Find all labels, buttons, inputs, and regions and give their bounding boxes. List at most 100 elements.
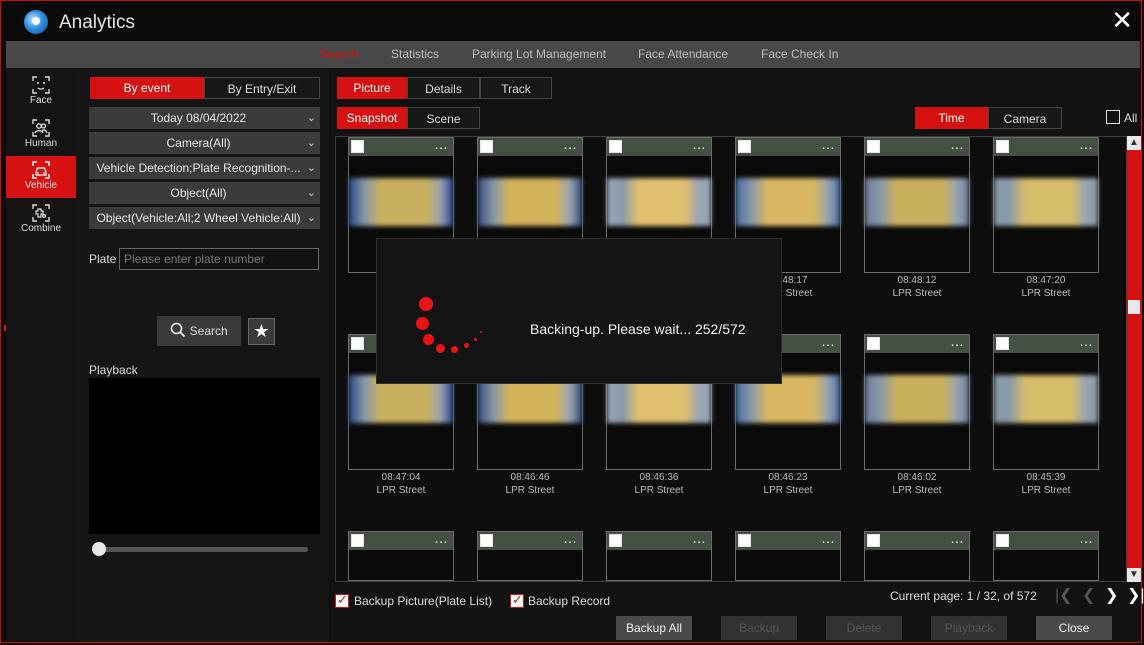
tab-scene[interactable]: Scene bbox=[407, 107, 480, 129]
scroll-down-icon[interactable]: ▼ bbox=[1127, 568, 1141, 582]
tab-by-event[interactable]: By event bbox=[90, 77, 204, 99]
tab-snapshot[interactable]: Snapshot bbox=[337, 107, 407, 129]
search-icon bbox=[171, 322, 186, 338]
more-options-icon[interactable]: … bbox=[950, 333, 964, 349]
plate-thumbnail bbox=[865, 375, 969, 423]
card-header: … bbox=[736, 530, 840, 550]
more-options-icon[interactable]: … bbox=[563, 530, 577, 546]
camera-dropdown[interactable]: Camera(All) ⌄ bbox=[89, 132, 320, 154]
object-detail-dropdown[interactable]: Object(Vehicle:All;2 Wheel Vehicle:All) ⌄ bbox=[89, 207, 320, 229]
tab-picture[interactable]: Picture bbox=[337, 77, 407, 99]
prev-page-icon[interactable]: ❮ bbox=[1082, 585, 1095, 605]
card-checkbox[interactable] bbox=[351, 140, 364, 153]
close-button[interactable]: Close bbox=[1036, 616, 1112, 640]
tab-search[interactable]: Search bbox=[320, 47, 358, 61]
first-page-icon[interactable]: |❮ bbox=[1055, 585, 1073, 605]
result-card[interactable]: … bbox=[606, 530, 712, 581]
last-page-icon[interactable]: ❯| bbox=[1127, 585, 1144, 605]
result-card[interactable]: … bbox=[864, 136, 970, 273]
filter-panel bbox=[76, 68, 329, 642]
card-checkbox[interactable] bbox=[609, 534, 622, 547]
spinner-dot bbox=[436, 344, 445, 353]
more-options-icon[interactable]: … bbox=[950, 530, 964, 546]
result-card[interactable]: … bbox=[993, 136, 1099, 273]
card-checkbox[interactable] bbox=[609, 140, 622, 153]
plate-label: Plate bbox=[89, 252, 117, 266]
playback-slider-handle[interactable] bbox=[92, 542, 106, 556]
result-card[interactable]: … bbox=[864, 530, 970, 581]
playback-button[interactable]: Playback bbox=[931, 616, 1007, 640]
result-card[interactable]: … bbox=[348, 530, 454, 581]
favorite-button[interactable]: ★ bbox=[248, 318, 275, 345]
tab-face-attendance[interactable]: Face Attendance bbox=[638, 47, 728, 61]
nav-item-combine[interactable]: Combine bbox=[6, 199, 76, 241]
card-checkbox[interactable] bbox=[867, 534, 880, 547]
results-scrollbar[interactable]: ▲ ▼ bbox=[1127, 136, 1141, 582]
card-checkbox[interactable] bbox=[996, 337, 1009, 350]
more-options-icon[interactable]: … bbox=[821, 136, 835, 152]
card-checkbox[interactable] bbox=[867, 337, 880, 350]
spinner-dot bbox=[480, 331, 482, 333]
scroll-up-icon[interactable]: ▲ bbox=[1127, 136, 1141, 150]
more-options-icon[interactable]: … bbox=[1079, 530, 1093, 546]
combine-icon bbox=[32, 204, 50, 222]
more-options-icon[interactable]: … bbox=[1079, 136, 1093, 152]
nav-item-vehicle[interactable]: Vehicle bbox=[6, 156, 76, 198]
select-all-checkbox[interactable] bbox=[1106, 110, 1120, 124]
close-window-icon[interactable]: ✕ bbox=[1111, 5, 1133, 36]
card-header: … bbox=[865, 136, 969, 156]
event-type-dropdown[interactable]: Vehicle Detection;Plate Recognition-... ⌄ bbox=[89, 157, 320, 179]
backup-record-checkbox[interactable] bbox=[510, 592, 524, 608]
nav-item-face[interactable]: Face bbox=[6, 71, 76, 113]
playback-slider-track[interactable] bbox=[99, 547, 308, 552]
result-card[interactable]: … bbox=[993, 333, 1099, 470]
result-card[interactable]: … bbox=[477, 530, 583, 581]
tab-parking-lot-management[interactable]: Parking Lot Management bbox=[472, 47, 606, 61]
event-type-value: Vehicle Detection;Plate Recognition-... bbox=[96, 161, 301, 175]
backup-picture-checkbox[interactable] bbox=[335, 592, 349, 608]
card-header: … bbox=[994, 530, 1098, 550]
date-dropdown[interactable]: Today 08/04/2022 ⌄ bbox=[89, 107, 320, 129]
object-dropdown[interactable]: Object(All) ⌄ bbox=[89, 182, 320, 204]
backup-button[interactable]: Backup bbox=[721, 616, 797, 640]
card-checkbox[interactable] bbox=[996, 140, 1009, 153]
tab-by-entry-exit[interactable]: By Entry/Exit bbox=[204, 77, 320, 99]
scrollbar-thumb[interactable] bbox=[1128, 300, 1140, 314]
more-options-icon[interactable]: … bbox=[821, 530, 835, 546]
card-checkbox[interactable] bbox=[996, 534, 1009, 547]
card-checkbox[interactable] bbox=[480, 534, 493, 547]
card-checkbox[interactable] bbox=[738, 534, 751, 547]
card-checkbox[interactable] bbox=[867, 140, 880, 153]
more-options-icon[interactable]: … bbox=[563, 136, 577, 152]
plate-input[interactable] bbox=[119, 248, 319, 270]
tab-track[interactable]: Track bbox=[480, 77, 552, 99]
tab-face-check-in[interactable]: Face Check In bbox=[761, 47, 838, 61]
next-page-icon[interactable]: ❯ bbox=[1105, 585, 1118, 605]
card-checkbox[interactable] bbox=[351, 337, 364, 350]
backup-all-button[interactable]: Backup All bbox=[616, 616, 692, 640]
card-checkbox[interactable] bbox=[738, 140, 751, 153]
card-checkbox[interactable] bbox=[351, 534, 364, 547]
result-card[interactable]: … bbox=[864, 333, 970, 470]
more-options-icon[interactable]: … bbox=[821, 333, 835, 349]
more-options-icon[interactable]: … bbox=[692, 530, 706, 546]
delete-button[interactable]: Delete bbox=[826, 616, 902, 640]
more-options-icon[interactable]: … bbox=[1079, 333, 1093, 349]
search-button[interactable]: Search bbox=[157, 316, 241, 346]
more-options-icon[interactable]: … bbox=[950, 136, 964, 152]
result-card[interactable]: … bbox=[993, 530, 1099, 581]
result-card[interactable]: … bbox=[735, 530, 841, 581]
backup-status-text: Backing-up. Please wait... 252/572 bbox=[530, 321, 746, 337]
title-bar: Analytics ✕ bbox=[1, 1, 1141, 41]
tab-details[interactable]: Details bbox=[407, 77, 480, 99]
sort-by-time[interactable]: Time bbox=[915, 107, 988, 129]
more-options-icon[interactable]: … bbox=[434, 136, 448, 152]
card-checkbox[interactable] bbox=[480, 140, 493, 153]
sort-by-camera[interactable]: Camera bbox=[988, 107, 1062, 129]
tab-statistics[interactable]: Statistics bbox=[391, 47, 439, 61]
card-camera: LPR Street bbox=[763, 485, 813, 496]
more-options-icon[interactable]: … bbox=[434, 530, 448, 546]
nav-item-human[interactable]: Human bbox=[6, 114, 76, 156]
date-value: Today 08/04/2022 bbox=[150, 111, 247, 125]
more-options-icon[interactable]: … bbox=[692, 136, 706, 152]
